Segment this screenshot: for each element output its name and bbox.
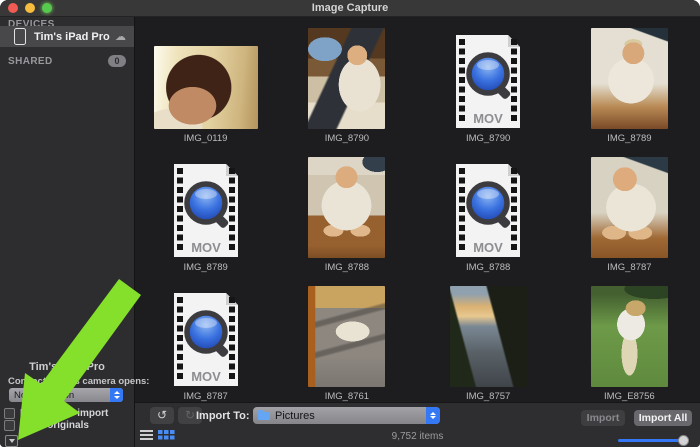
quicktime-movie-thumbnail: MOV [170, 163, 242, 258]
grid-item[interactable]: IMG_8761 [276, 274, 417, 403]
bottom-toolbar: ↺ ↻ Import To: Pictures Import Import Al… [135, 402, 700, 447]
file-name: IMG_8789 [183, 262, 227, 274]
photo-thumbnail [308, 28, 385, 129]
quicktime-movie-thumbnail: MOV [452, 163, 524, 258]
titlebar: Image Capture [0, 0, 700, 17]
select-stepper-icon [426, 407, 440, 424]
device-name: Tim's iPad Pro [34, 31, 115, 43]
import-button[interactable]: Import [581, 410, 625, 426]
file-name: IMG_8790 [466, 133, 510, 145]
slider-knob[interactable] [678, 435, 689, 446]
photo-thumbnail [154, 46, 258, 129]
svg-text:MOV: MOV [473, 111, 503, 126]
connect-opens-label: Connecting this camera opens: [8, 376, 132, 387]
grid-item[interactable]: IMG_8789 [559, 16, 700, 145]
quicktime-mov-icon: MOV [452, 163, 524, 258]
panel-disclosure-button[interactable] [5, 435, 18, 447]
file-name: IMG_8788 [466, 262, 510, 274]
photo-thumbnail [591, 157, 668, 258]
device-panel-title: Tim's iPad Pro [0, 361, 134, 373]
shared-section[interactable]: SHARED 0 [0, 53, 134, 69]
window-title: Image Capture [0, 0, 700, 16]
select-stepper-icon [110, 388, 123, 402]
quicktime-mov-icon: MOV [452, 34, 524, 129]
import-destination-value: Pictures [270, 410, 426, 422]
rotate-left-button[interactable]: ↺ [150, 407, 174, 424]
ipad-icon [14, 28, 26, 45]
image-capture-window: Image Capture DEVICES Tim's iPad Pro ☁ S… [0, 0, 700, 447]
file-name: IMG_8790 [325, 133, 369, 145]
grid-item[interactable]: MOV IMG_8787 [135, 274, 276, 403]
photo-thumbnail [591, 286, 668, 387]
photo-thumbnail [450, 286, 527, 387]
quicktime-mov-icon: MOV [170, 163, 242, 258]
delete-after-import-option: Delete after import [4, 408, 108, 419]
shared-count-badge: 0 [108, 55, 126, 67]
grid-item[interactable]: IMG_8790 [276, 16, 417, 145]
file-name: IMG_8789 [607, 133, 651, 145]
quicktime-movie-thumbnail: MOV [170, 292, 242, 387]
photo-thumbnail [308, 157, 385, 258]
svg-text:MOV: MOV [473, 240, 503, 255]
grid-item[interactable]: IMG_8757 [418, 274, 559, 403]
import-to-label: Import To: [196, 410, 250, 422]
import-all-button[interactable]: Import All [634, 410, 692, 426]
photo-grid: IMG_0119 IMG_8790 [135, 16, 700, 403]
import-destination-select[interactable]: Pictures [253, 407, 440, 424]
sidebar: DEVICES Tim's iPad Pro ☁ SHARED 0 Tim's … [0, 16, 135, 447]
keep-originals-option: Keep originals [4, 420, 89, 431]
keep-originals-label: Keep originals [20, 420, 89, 431]
quicktime-mov-icon: MOV [170, 292, 242, 387]
grid-item[interactable]: IMG_8788 [276, 145, 417, 274]
thumbnail-size-slider[interactable] [618, 439, 686, 442]
photo-thumbnail [308, 286, 385, 387]
cloud-icon: ☁ [115, 32, 126, 42]
grid-item[interactable]: MOV IMG_8790 [418, 16, 559, 145]
svg-text:MOV: MOV [191, 369, 221, 384]
grid-item[interactable]: IMG_8787 [559, 145, 700, 274]
camera-opens-select[interactable]: No application [9, 388, 123, 402]
svg-text:MOV: MOV [191, 240, 221, 255]
delete-after-import-label: Delete after import [20, 408, 108, 419]
file-name: IMG_8787 [607, 262, 651, 274]
grid-item[interactable]: IMG_E8756 [559, 274, 700, 403]
folder-icon [258, 412, 270, 420]
file-name: IMG_0119 [184, 133, 228, 145]
shared-section-header: SHARED [0, 56, 108, 67]
grid-item[interactable]: IMG_0119 [135, 16, 276, 145]
photo-thumbnail [591, 28, 668, 129]
sidebar-item-device[interactable]: Tim's iPad Pro ☁ [0, 26, 134, 47]
grid-item[interactable]: MOV IMG_8788 [418, 145, 559, 274]
file-name: IMG_8788 [325, 262, 369, 274]
quicktime-movie-thumbnail: MOV [452, 34, 524, 129]
grid-item[interactable]: MOV IMG_8789 [135, 145, 276, 274]
keep-originals-checkbox[interactable] [4, 420, 15, 431]
camera-opens-value: No application [9, 390, 110, 401]
delete-after-import-checkbox[interactable] [4, 408, 15, 419]
items-count: 9,752 items [135, 431, 700, 442]
